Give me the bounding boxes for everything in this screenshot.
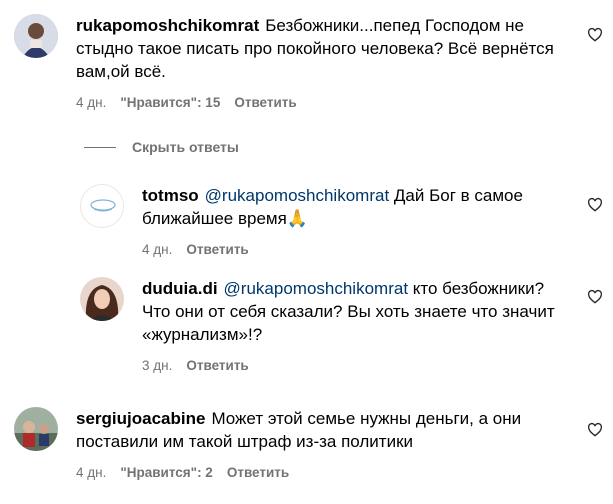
reply-meta: 4 дн. Ответить bbox=[142, 242, 572, 257]
hide-replies-label: Скрыть ответы bbox=[132, 139, 239, 155]
comment: sergiujoacabine Может этой семье нужны де… bbox=[14, 407, 576, 480]
avatar[interactable] bbox=[80, 277, 124, 321]
heart-outline-icon[interactable] bbox=[587, 422, 603, 438]
comment-age: 4 дн. bbox=[76, 95, 107, 110]
reply-text: duduia.di @rukapomoshchikomrat кто безбож… bbox=[142, 277, 572, 346]
comment-meta: 4 дн. "Нравится": 2 Ответить bbox=[76, 465, 576, 480]
reply-button[interactable]: Ответить bbox=[227, 465, 289, 480]
likes-count[interactable]: "Нравится": 2 bbox=[120, 465, 212, 480]
avatar[interactable] bbox=[14, 14, 58, 58]
comment: rukapomoshchikomrat Безбожники...пепед Го… bbox=[14, 14, 576, 110]
mention-link[interactable]: @rukapomoshchikomrat bbox=[224, 279, 409, 298]
reply-age: 4 дн. bbox=[142, 242, 173, 257]
avatar[interactable] bbox=[80, 184, 124, 228]
reply-button[interactable]: Ответить bbox=[234, 95, 296, 110]
mention-link[interactable]: @rukapomoshchikomrat bbox=[205, 186, 390, 205]
reply-button[interactable]: Ответить bbox=[186, 242, 248, 257]
comment-text: sergiujoacabine Может этой семье нужны де… bbox=[76, 407, 576, 453]
likes-count[interactable]: "Нравится": 15 bbox=[120, 95, 220, 110]
reply: duduia.di @rukapomoshchikomrat кто безбож… bbox=[80, 277, 572, 373]
comment-username[interactable]: sergiujoacabine bbox=[76, 409, 205, 428]
reply-button[interactable]: Ответить bbox=[186, 358, 248, 373]
heart-outline-icon[interactable] bbox=[587, 197, 603, 213]
comment-text: rukapomoshchikomrat Безбожники...пепед Го… bbox=[76, 14, 576, 83]
divider bbox=[84, 146, 116, 148]
hide-replies-button[interactable]: Скрыть ответы bbox=[84, 139, 239, 155]
reply: totmso @rukapomoshchikomrat Дай Бог в сам… bbox=[80, 184, 572, 257]
avatar[interactable] bbox=[14, 407, 58, 451]
reply-username[interactable]: totmso bbox=[142, 186, 199, 205]
comment-age: 4 дн. bbox=[76, 465, 107, 480]
heart-outline-icon[interactable] bbox=[587, 289, 603, 305]
comment-meta: 4 дн. "Нравится": 15 Ответить bbox=[76, 95, 576, 110]
reply-text: totmso @rukapomoshchikomrat Дай Бог в сам… bbox=[142, 184, 572, 230]
reply-username[interactable]: duduia.di bbox=[142, 279, 218, 298]
reply-meta: 3 дн. Ответить bbox=[142, 358, 572, 373]
reply-age: 3 дн. bbox=[142, 358, 173, 373]
heart-outline-icon[interactable] bbox=[587, 27, 603, 43]
comment-username[interactable]: rukapomoshchikomrat bbox=[76, 16, 259, 35]
